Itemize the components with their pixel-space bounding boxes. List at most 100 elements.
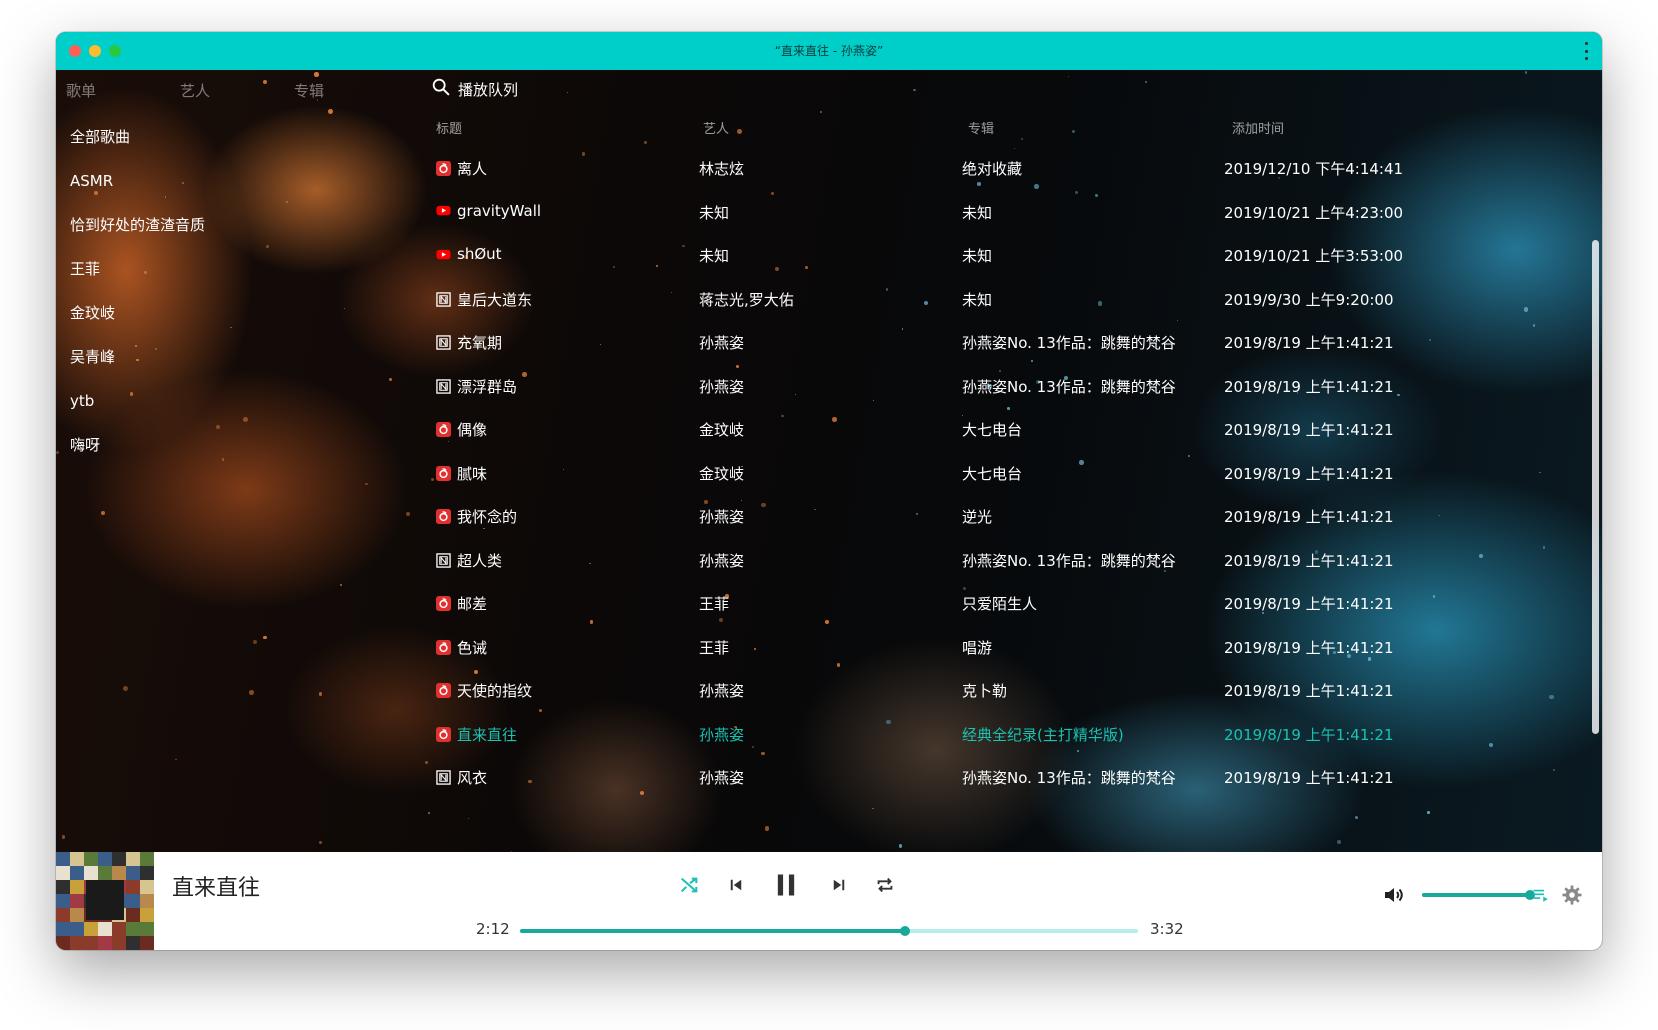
column-header-album[interactable]: 专辑 (968, 118, 994, 137)
cover-tile (112, 866, 126, 880)
table-row[interactable]: 皇后大道东 蒋志光,罗大佑 未知 2019/9/30 上午9:20:00 (56, 277, 1602, 321)
song-artist: 未知 (699, 247, 730, 265)
song-title: 天使的指纹 (457, 682, 533, 700)
cover-tile (98, 852, 112, 866)
table-row[interactable]: 漂浮群岛 孙燕姿 孙燕姿No. 13作品：跳舞的梵谷 2019/8/19 上午1:41… (56, 364, 1602, 408)
song-title: 直来直往 (457, 725, 518, 744)
song-title-cell: 天使的指纹 (436, 680, 532, 701)
table-row[interactable]: 色诫 王菲 唱游 2019/8/19 上午1:41:21 (56, 625, 1602, 669)
song-title-cell: 超人类 (436, 550, 502, 571)
song-added-time: 2019/8/19 上午1:41:21 (1224, 334, 1394, 352)
search-icon[interactable] (430, 76, 452, 98)
cover-tile (140, 852, 154, 866)
repeat-button[interactable] (870, 870, 900, 900)
pause-button[interactable] (768, 870, 804, 900)
cover-tile (126, 908, 140, 922)
table-row[interactable]: 我怀念的 孙燕姿 逆光 2019/8/19 上午1:41:21 (56, 494, 1602, 538)
settings-gear-icon[interactable] (1561, 884, 1583, 906)
table-row[interactable]: 离人 林志炫 绝对收藏 2019/12/10 下午4:14:41 (56, 146, 1602, 190)
netease-icon (436, 509, 457, 524)
song-album: 孙燕姿No. 13作品：跳舞的梵谷 (962, 334, 1176, 352)
song-artist: 蒋志光,罗大佑 (699, 290, 794, 309)
shuffle-icon (680, 877, 698, 893)
song-title: 偶像 (457, 421, 488, 439)
previous-button[interactable] (721, 870, 751, 900)
table-row[interactable]: 天使的指纹 孙燕姿 克卜勒 2019/8/19 上午1:41:21 (56, 668, 1602, 712)
song-artist: 孙燕姿 (699, 551, 745, 570)
volume-icon[interactable] (1382, 883, 1406, 907)
art-fleck (872, 807, 874, 809)
cover-center (86, 880, 124, 920)
progress-fill (520, 929, 905, 933)
cover-tile (112, 936, 126, 950)
current-time: 2:12 (476, 920, 510, 938)
pause-icon (777, 874, 795, 896)
cover-tile (126, 880, 140, 894)
playlist-icon[interactable] (1532, 886, 1550, 904)
column-header-title[interactable]: 标题 (436, 118, 462, 137)
tab-albums[interactable]: 专辑 (294, 80, 324, 101)
table-row[interactable]: 邮差 王菲 只爱陌生人 2019/8/19 上午1:41:21 (56, 581, 1602, 625)
art-fleck (819, 110, 822, 113)
table-row[interactable]: 偶像 金玟岐 大七电台 2019/8/19 上午1:41:21 (56, 407, 1602, 451)
art-fleck (1427, 811, 1430, 814)
cover-tile (126, 922, 140, 936)
cover-tile (126, 894, 140, 908)
local-file-icon (436, 552, 457, 568)
tab-artists[interactable]: 艺人 (180, 80, 210, 101)
table-row[interactable]: 风衣 孙燕姿 孙燕姿No. 13作品：跳舞的梵谷 2019/8/19 上午1:41:2… (56, 755, 1602, 799)
tab-playlists[interactable]: 歌单 (66, 80, 96, 101)
song-album: 克卜勒 (962, 682, 1008, 700)
song-title: gravityWall (457, 201, 542, 220)
cover-tile (98, 936, 112, 950)
art-fleck (764, 826, 770, 831)
volume-fill (1422, 893, 1530, 897)
player-bar: 直来直往 2:12 3:32 (56, 852, 1602, 950)
song-added-time: 2019/8/19 上午1:41:21 (1224, 725, 1394, 744)
title-bar[interactable]: “直来直往 - 孙燕姿” (56, 32, 1602, 70)
cover-tile (56, 852, 70, 866)
play-queue-tab[interactable]: 播放队列 (458, 79, 518, 100)
cover-tile (140, 880, 154, 894)
local-file-icon (436, 335, 457, 350)
table-row[interactable]: gravityWall 未知 未知 2019/10/21 上午4:23:00 (56, 190, 1602, 234)
song-artist: 王菲 (699, 595, 730, 613)
song-album: 未知 (962, 247, 993, 265)
scrollbar[interactable] (1588, 122, 1602, 852)
song-title: 我怀念的 (457, 508, 518, 526)
progress-handle[interactable] (900, 926, 910, 936)
table-row[interactable]: shØut 未知 未知 2019/10/21 上午3:53:00 (56, 233, 1602, 277)
song-title-cell: 风衣 (436, 767, 487, 788)
art-fleck (898, 844, 903, 848)
scrollbar-thumb[interactable] (1592, 240, 1599, 734)
volume-slider[interactable] (1422, 890, 1535, 900)
netease-icon (436, 422, 457, 437)
next-button[interactable] (824, 870, 854, 900)
art-fleck (643, 140, 647, 144)
song-artist: 林志炫 (699, 160, 745, 178)
song-album: 经典全纪录(主打精华版) (962, 725, 1124, 744)
cover-tile (56, 922, 70, 936)
song-album: 绝对收藏 (962, 160, 1023, 178)
table-row[interactable]: 超人类 孙燕姿 孙燕姿No. 13作品：跳舞的梵谷 2019/8/19 上午1:41:… (56, 538, 1602, 582)
cover-tile (56, 894, 70, 908)
netease-icon (436, 726, 457, 742)
table-row[interactable]: 充氧期 孙燕姿 孙燕姿No. 13作品：跳舞的梵谷 2019/8/19 上午1:41:… (56, 320, 1602, 364)
shuffle-button[interactable] (674, 870, 704, 900)
table-row-now-playing[interactable]: 直来直往 孙燕姿 经典全纪录(主打精华版) 2019/8/19 上午1:41:21 (56, 712, 1602, 756)
song-added-time: 2019/8/19 上午1:41:21 (1224, 464, 1394, 483)
song-title: 离人 (457, 160, 488, 178)
album-cover[interactable] (56, 852, 154, 950)
song-title-cell: 我怀念的 (436, 506, 517, 527)
song-title: 漂浮群岛 (457, 377, 518, 396)
more-options-icon[interactable] (1584, 42, 1588, 60)
table-row[interactable]: 腻味 金玟岐 大七电台 2019/8/19 上午1:41:21 (56, 451, 1602, 495)
column-header-added[interactable]: 添加时间 (1232, 118, 1284, 137)
song-artist: 孙燕姿 (699, 508, 745, 526)
song-album: 只爱陌生人 (962, 595, 1038, 613)
column-header-artist[interactable]: 艺人 (703, 118, 729, 137)
song-title-cell: 腻味 (436, 463, 487, 484)
song-title: 皇后大道东 (457, 290, 533, 309)
progress-slider[interactable] (520, 926, 1138, 936)
song-album: 孙燕姿No. 13作品：跳舞的梵谷 (962, 377, 1176, 396)
